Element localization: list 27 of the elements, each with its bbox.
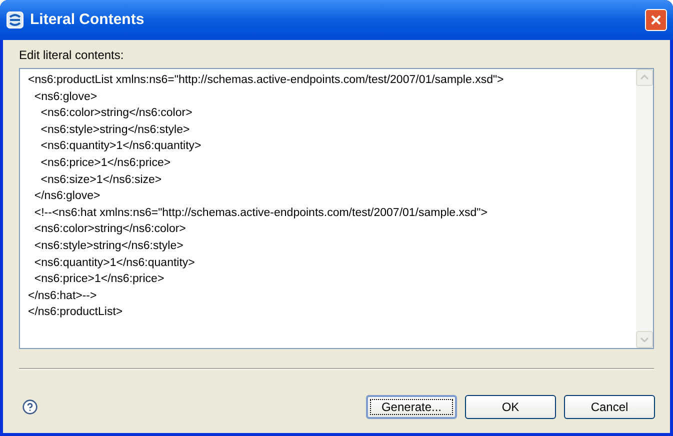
code-line: </ns6:hat>--> xyxy=(28,288,98,304)
scroll-up-icon xyxy=(636,69,653,86)
code-line: <ns6:productList xmlns:ns6="http://schemas.active-endpoints.com/test/2007/01/sample.xsd"> xyxy=(28,73,505,88)
code-line: <ns6:price>1</ns6:price> xyxy=(40,156,172,171)
code-line: </ns6:productList> xyxy=(28,305,124,320)
code-line: <ns6:size>1</ns6:size> xyxy=(40,172,163,188)
window-title: Literal Contents xyxy=(30,10,146,30)
scroll-down-icon xyxy=(636,331,653,348)
field-label: Edit literal contents: xyxy=(19,47,125,64)
code-line: <ns6:quantity>1</ns6:quantity> xyxy=(33,256,196,271)
app-icon xyxy=(6,11,24,29)
code-line: <ns6:color>string</ns6:color> xyxy=(40,106,194,122)
close-button[interactable] xyxy=(645,9,667,31)
code-line: <ns6:color>string</ns6:color> xyxy=(33,222,187,238)
code-line: <ns6:price>1</ns6:price> xyxy=(33,272,166,288)
code-line: <!--<ns6:hat xmlns:ns6="http://schemas.active-endpoints.com/test/2007/01/sample.xsd"> xyxy=(33,206,488,221)
code-line: <ns6:glove> xyxy=(33,90,98,105)
code-line: <ns6:style>string</ns6:style> xyxy=(33,238,184,254)
code-line: <ns6:quantity>1</ns6:quantity> xyxy=(40,139,202,154)
close-icon xyxy=(650,14,662,26)
code-line: <ns6:style>string</ns6:style> xyxy=(40,122,191,138)
dialog-button[interactable]: Cancel xyxy=(564,395,655,419)
help-icon[interactable] xyxy=(22,399,38,415)
text-area[interactable] xyxy=(19,68,654,349)
code-line: </ns6:glove> xyxy=(33,189,102,204)
dialog-button[interactable]: Generate... xyxy=(366,395,457,419)
dialog-button[interactable]: OK xyxy=(465,395,556,419)
